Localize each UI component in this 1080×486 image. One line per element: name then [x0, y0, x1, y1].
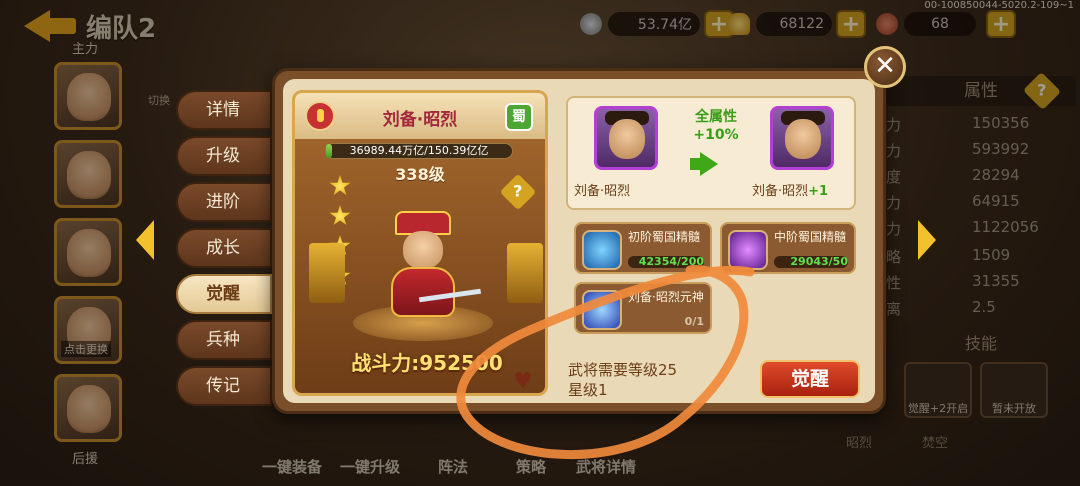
- star-icon: [329, 205, 351, 226]
- tab-troops[interactable]: 兵种: [176, 320, 272, 360]
- hero-name-before: 刘备·昭烈: [574, 184, 631, 199]
- hero-card: 刘备·昭烈 蜀 36989.44万亿/150.39亿亿 338级 ? 战斗力:9…: [292, 90, 548, 396]
- material-item[interactable]: 刘备·昭烈元神 0/1: [574, 282, 712, 334]
- heart-icon[interactable]: ♥: [513, 369, 533, 393]
- material-item[interactable]: 中阶蜀国精髓 29043/50: [720, 222, 856, 274]
- essence-blue-icon: [582, 230, 622, 270]
- hp-text: 36989.44万亿/150.39亿亿: [349, 144, 489, 157]
- material-item[interactable]: 初阶蜀国精髓 42354/200: [574, 222, 712, 274]
- hero-spirit-icon: [582, 290, 622, 330]
- full-attribute-bonus: 全属性 +10%: [690, 108, 742, 144]
- hero-sprite: [381, 211, 482, 321]
- tab-details[interactable]: 详情: [176, 90, 272, 130]
- hp-bar: 36989.44万亿/150.39亿亿: [325, 143, 513, 159]
- essence-purple-icon: [728, 230, 768, 270]
- hero-portrait-before: [594, 106, 658, 170]
- battle-power: 战斗力:952500: [351, 351, 503, 375]
- tab-upgrade[interactable]: 升级: [176, 136, 272, 176]
- tab-advance[interactable]: 进阶: [176, 182, 272, 222]
- awaken-button[interactable]: 觉醒: [760, 360, 860, 398]
- tab-biography[interactable]: 传记: [176, 366, 272, 406]
- tab-growth[interactable]: 成长: [176, 228, 272, 268]
- next-hero-arrow-icon[interactable]: [918, 220, 936, 260]
- arrow-right-icon: [700, 152, 718, 176]
- prev-hero-arrow-icon[interactable]: [136, 220, 154, 260]
- close-icon: ✕: [874, 51, 896, 81]
- hero-portrait-after: [770, 106, 834, 170]
- awaken-requirement: 武将需要等级25 星级1: [568, 361, 678, 399]
- lantern-decor: [309, 243, 345, 303]
- faction-badge: 蜀: [505, 103, 533, 131]
- hero-name-after: 刘备·昭烈+1: [752, 184, 829, 199]
- full-attribute-value: +10%: [693, 127, 739, 143]
- lantern-decor: [507, 243, 543, 303]
- close-button[interactable]: ✕: [864, 46, 906, 88]
- tab-awaken[interactable]: 觉醒: [176, 274, 272, 314]
- star-icon: [329, 175, 351, 196]
- full-attribute-label: 全属性: [695, 109, 737, 125]
